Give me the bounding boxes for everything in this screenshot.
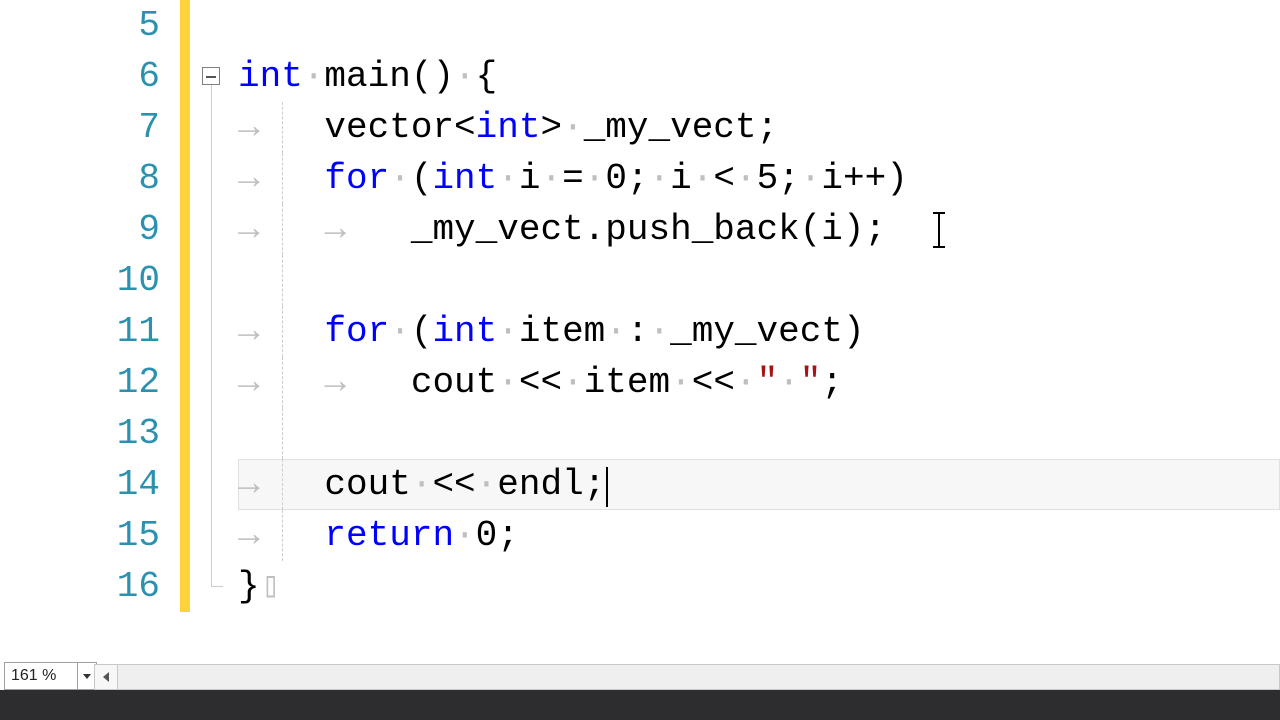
code-content[interactable]: → vector<int>·_my_vect; (238, 102, 1280, 153)
line-number: 13 (0, 408, 180, 459)
code-line[interactable]: 13 (0, 408, 1280, 459)
outline-margin (190, 459, 238, 510)
code-content[interactable] (238, 255, 1280, 306)
code-line[interactable]: 6 int·main()·{ (0, 51, 1280, 102)
change-marker (180, 561, 190, 612)
change-marker (180, 102, 190, 153)
code-area[interactable]: 56 int·main()·{ 7 → vector<int>·_my_vect; 8 →… (0, 0, 1280, 656)
outline-margin (190, 255, 238, 306)
outline-margin (190, 51, 238, 102)
code-content[interactable]: → for·(int·i·=·0;·i·<·5;·i++) (238, 153, 1280, 204)
text-caret (606, 467, 608, 507)
code-line[interactable]: 12 → → cout·<<·item·<<·"·"; (0, 357, 1280, 408)
code-line[interactable]: 14 → cout·<<·endl; (0, 459, 1280, 510)
code-line[interactable]: 16 }▯ (0, 561, 1280, 612)
line-number: 14 (0, 459, 180, 510)
code-content[interactable]: }▯ (238, 561, 1280, 612)
outline-margin (190, 510, 238, 561)
outline-margin (190, 153, 238, 204)
paragraph-mark-icon: ▯ (262, 561, 279, 612)
outline-margin (190, 306, 238, 357)
line-number: 7 (0, 102, 180, 153)
code-content[interactable]: → cout·<<·endl; (238, 459, 1280, 510)
outline-margin (190, 561, 238, 612)
change-marker (180, 51, 190, 102)
fold-toggle-icon[interactable] (202, 67, 220, 85)
change-marker (180, 357, 190, 408)
code-line[interactable]: 11 → for·(int·item·:·_my_vect) (0, 306, 1280, 357)
code-content[interactable]: int·main()·{ (238, 51, 1280, 102)
tab-glyph-icon: → (324, 209, 410, 250)
code-content[interactable]: → for·(int·item·:·_my_vect) (238, 306, 1280, 357)
line-number: 12 (0, 357, 180, 408)
line-number: 10 (0, 255, 180, 306)
outline-margin (190, 408, 238, 459)
zoom-combobox[interactable]: 161 % (4, 662, 97, 690)
code-content[interactable]: → → cout·<<·item·<<·"·"; (238, 357, 1280, 408)
output-panel-header[interactable] (0, 690, 1280, 720)
zoom-value: 161 % (5, 667, 77, 685)
code-line[interactable]: 7 → vector<int>·_my_vect; (0, 102, 1280, 153)
ibeam-cursor-icon (938, 212, 940, 248)
tab-glyph-icon: → (324, 362, 410, 403)
change-marker (180, 306, 190, 357)
code-content[interactable]: → → _my_vect.push_back(i); (238, 204, 1280, 255)
change-marker (180, 408, 190, 459)
line-number: 16 (0, 561, 180, 612)
code-line[interactable]: 15 → return·0; (0, 510, 1280, 561)
code-content[interactable] (238, 0, 1280, 51)
change-marker (180, 204, 190, 255)
line-number: 11 (0, 306, 180, 357)
line-number: 15 (0, 510, 180, 561)
horizontal-scrollbar[interactable] (94, 664, 1280, 690)
code-editor[interactable]: 56 int·main()·{ 7 → vector<int>·_my_vect; 8 →… (0, 0, 1280, 720)
code-line[interactable]: 10 (0, 255, 1280, 306)
line-number: 8 (0, 153, 180, 204)
code-content[interactable]: → return·0; (238, 510, 1280, 561)
scroll-left-button[interactable] (95, 665, 118, 689)
line-number: 5 (0, 0, 180, 51)
code-content[interactable] (238, 408, 1280, 459)
code-line[interactable]: 9 → → _my_vect.push_back(i); (0, 204, 1280, 255)
change-marker (180, 255, 190, 306)
outline-margin (190, 102, 238, 153)
outline-margin (190, 357, 238, 408)
code-line[interactable]: 5 (0, 0, 1280, 51)
line-number: 6 (0, 51, 180, 102)
code-line[interactable]: 8 → for·(int·i·=·0;·i·<·5;·i++) (0, 153, 1280, 204)
line-number: 9 (0, 204, 180, 255)
outline-margin (190, 0, 238, 51)
change-marker (180, 459, 190, 510)
outline-margin (190, 204, 238, 255)
change-marker (180, 510, 190, 561)
change-marker (180, 153, 190, 204)
change-marker (180, 0, 190, 51)
